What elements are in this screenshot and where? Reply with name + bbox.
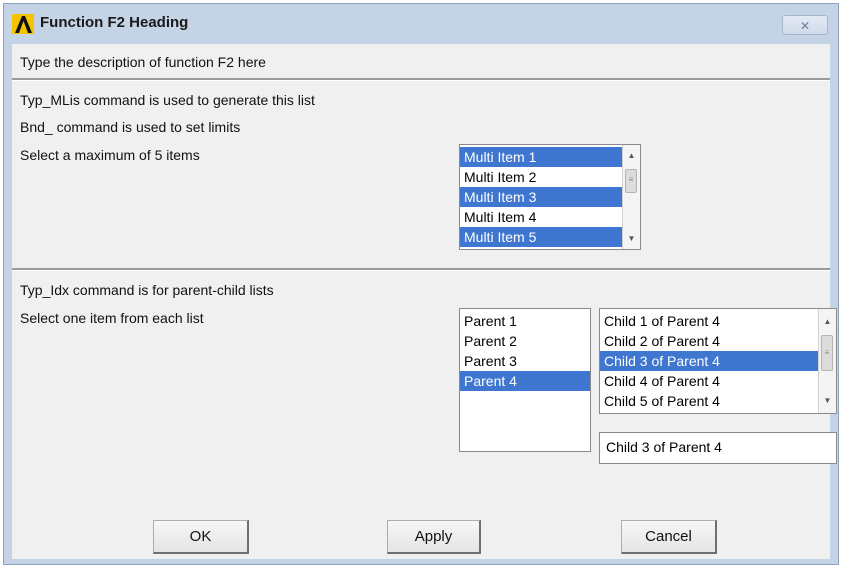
close-button[interactable]: ✕ xyxy=(782,15,828,35)
child-option[interactable]: Child 3 of Parent 4 xyxy=(600,351,818,371)
scroll-thumb[interactable]: ≡ xyxy=(821,335,833,371)
app-logo-icon xyxy=(12,14,34,34)
child-option[interactable]: Child 2 of Parent 4 xyxy=(600,331,818,351)
multi-list-scrollbar[interactable]: ▲ ≡ ▼ xyxy=(622,145,640,249)
scroll-up-icon[interactable]: ▲ xyxy=(623,147,640,164)
parent-child-prompt: Select one item from each list xyxy=(20,310,204,326)
child-listbox[interactable]: Child 1 of Parent 4 Child 2 of Parent 4 Ch… xyxy=(599,308,837,414)
parent-option[interactable]: Parent 4 xyxy=(460,371,590,391)
scroll-thumb[interactable]: ≡ xyxy=(625,169,637,193)
multi-item-listbox[interactable]: Multi Item 1 Multi Item 2 Multi Item 3 Mult… xyxy=(459,144,641,250)
apply-button[interactable]: Apply xyxy=(387,520,481,554)
scroll-down-icon[interactable]: ▼ xyxy=(819,392,836,409)
parent-option[interactable]: Parent 3 xyxy=(460,351,590,371)
title-bar[interactable]: Function F2 Heading ✕ xyxy=(4,4,838,44)
close-icon: ✕ xyxy=(799,19,811,33)
scroll-up-icon[interactable]: ▲ xyxy=(819,313,836,330)
section1-line2: Bnd_ command is used to set limits xyxy=(20,119,241,135)
section1-line1: Typ_MLis command is used to generate thi… xyxy=(20,92,315,108)
multi-item-option[interactable]: Multi Item 1 xyxy=(460,147,622,167)
multi-item-option[interactable]: Multi Item 4 xyxy=(460,207,622,227)
parent-option[interactable]: Parent 1 xyxy=(460,311,590,331)
section2-line1: Typ_Idx command is for parent-child list… xyxy=(20,282,274,298)
child-option[interactable]: Child 5 of Parent 4 xyxy=(600,391,818,411)
ok-button[interactable]: OK xyxy=(153,520,249,554)
separator xyxy=(12,268,830,271)
child-list-scrollbar[interactable]: ▲ ≡ ▼ xyxy=(818,309,836,413)
dialog-window: Function F2 Heading ✕ Type the descripti… xyxy=(3,3,839,565)
multi-item-option[interactable]: Multi Item 2 xyxy=(460,167,622,187)
parent-option[interactable]: Parent 2 xyxy=(460,331,590,351)
child-option[interactable]: Child 1 of Parent 4 xyxy=(600,311,818,331)
dialog-body: Type the description of function F2 here… xyxy=(12,44,837,559)
window-title: Function F2 Heading xyxy=(40,14,189,31)
parent-listbox[interactable]: Parent 1 Parent 2 Parent 3 Parent 4 xyxy=(459,308,591,452)
description-text: Type the description of function F2 here xyxy=(20,54,266,70)
scroll-down-icon[interactable]: ▼ xyxy=(623,230,640,247)
multi-item-option[interactable]: Multi Item 3 xyxy=(460,187,622,207)
selected-child-field[interactable]: Child 3 of Parent 4 xyxy=(599,432,837,464)
description-bar: Type the description of function F2 here xyxy=(12,44,830,78)
multi-select-prompt: Select a maximum of 5 items xyxy=(20,147,200,163)
separator xyxy=(12,78,830,81)
cancel-button[interactable]: Cancel xyxy=(621,520,717,554)
child-option[interactable]: Child 4 of Parent 4 xyxy=(600,371,818,391)
multi-item-option[interactable]: Multi Item 5 xyxy=(460,227,622,247)
